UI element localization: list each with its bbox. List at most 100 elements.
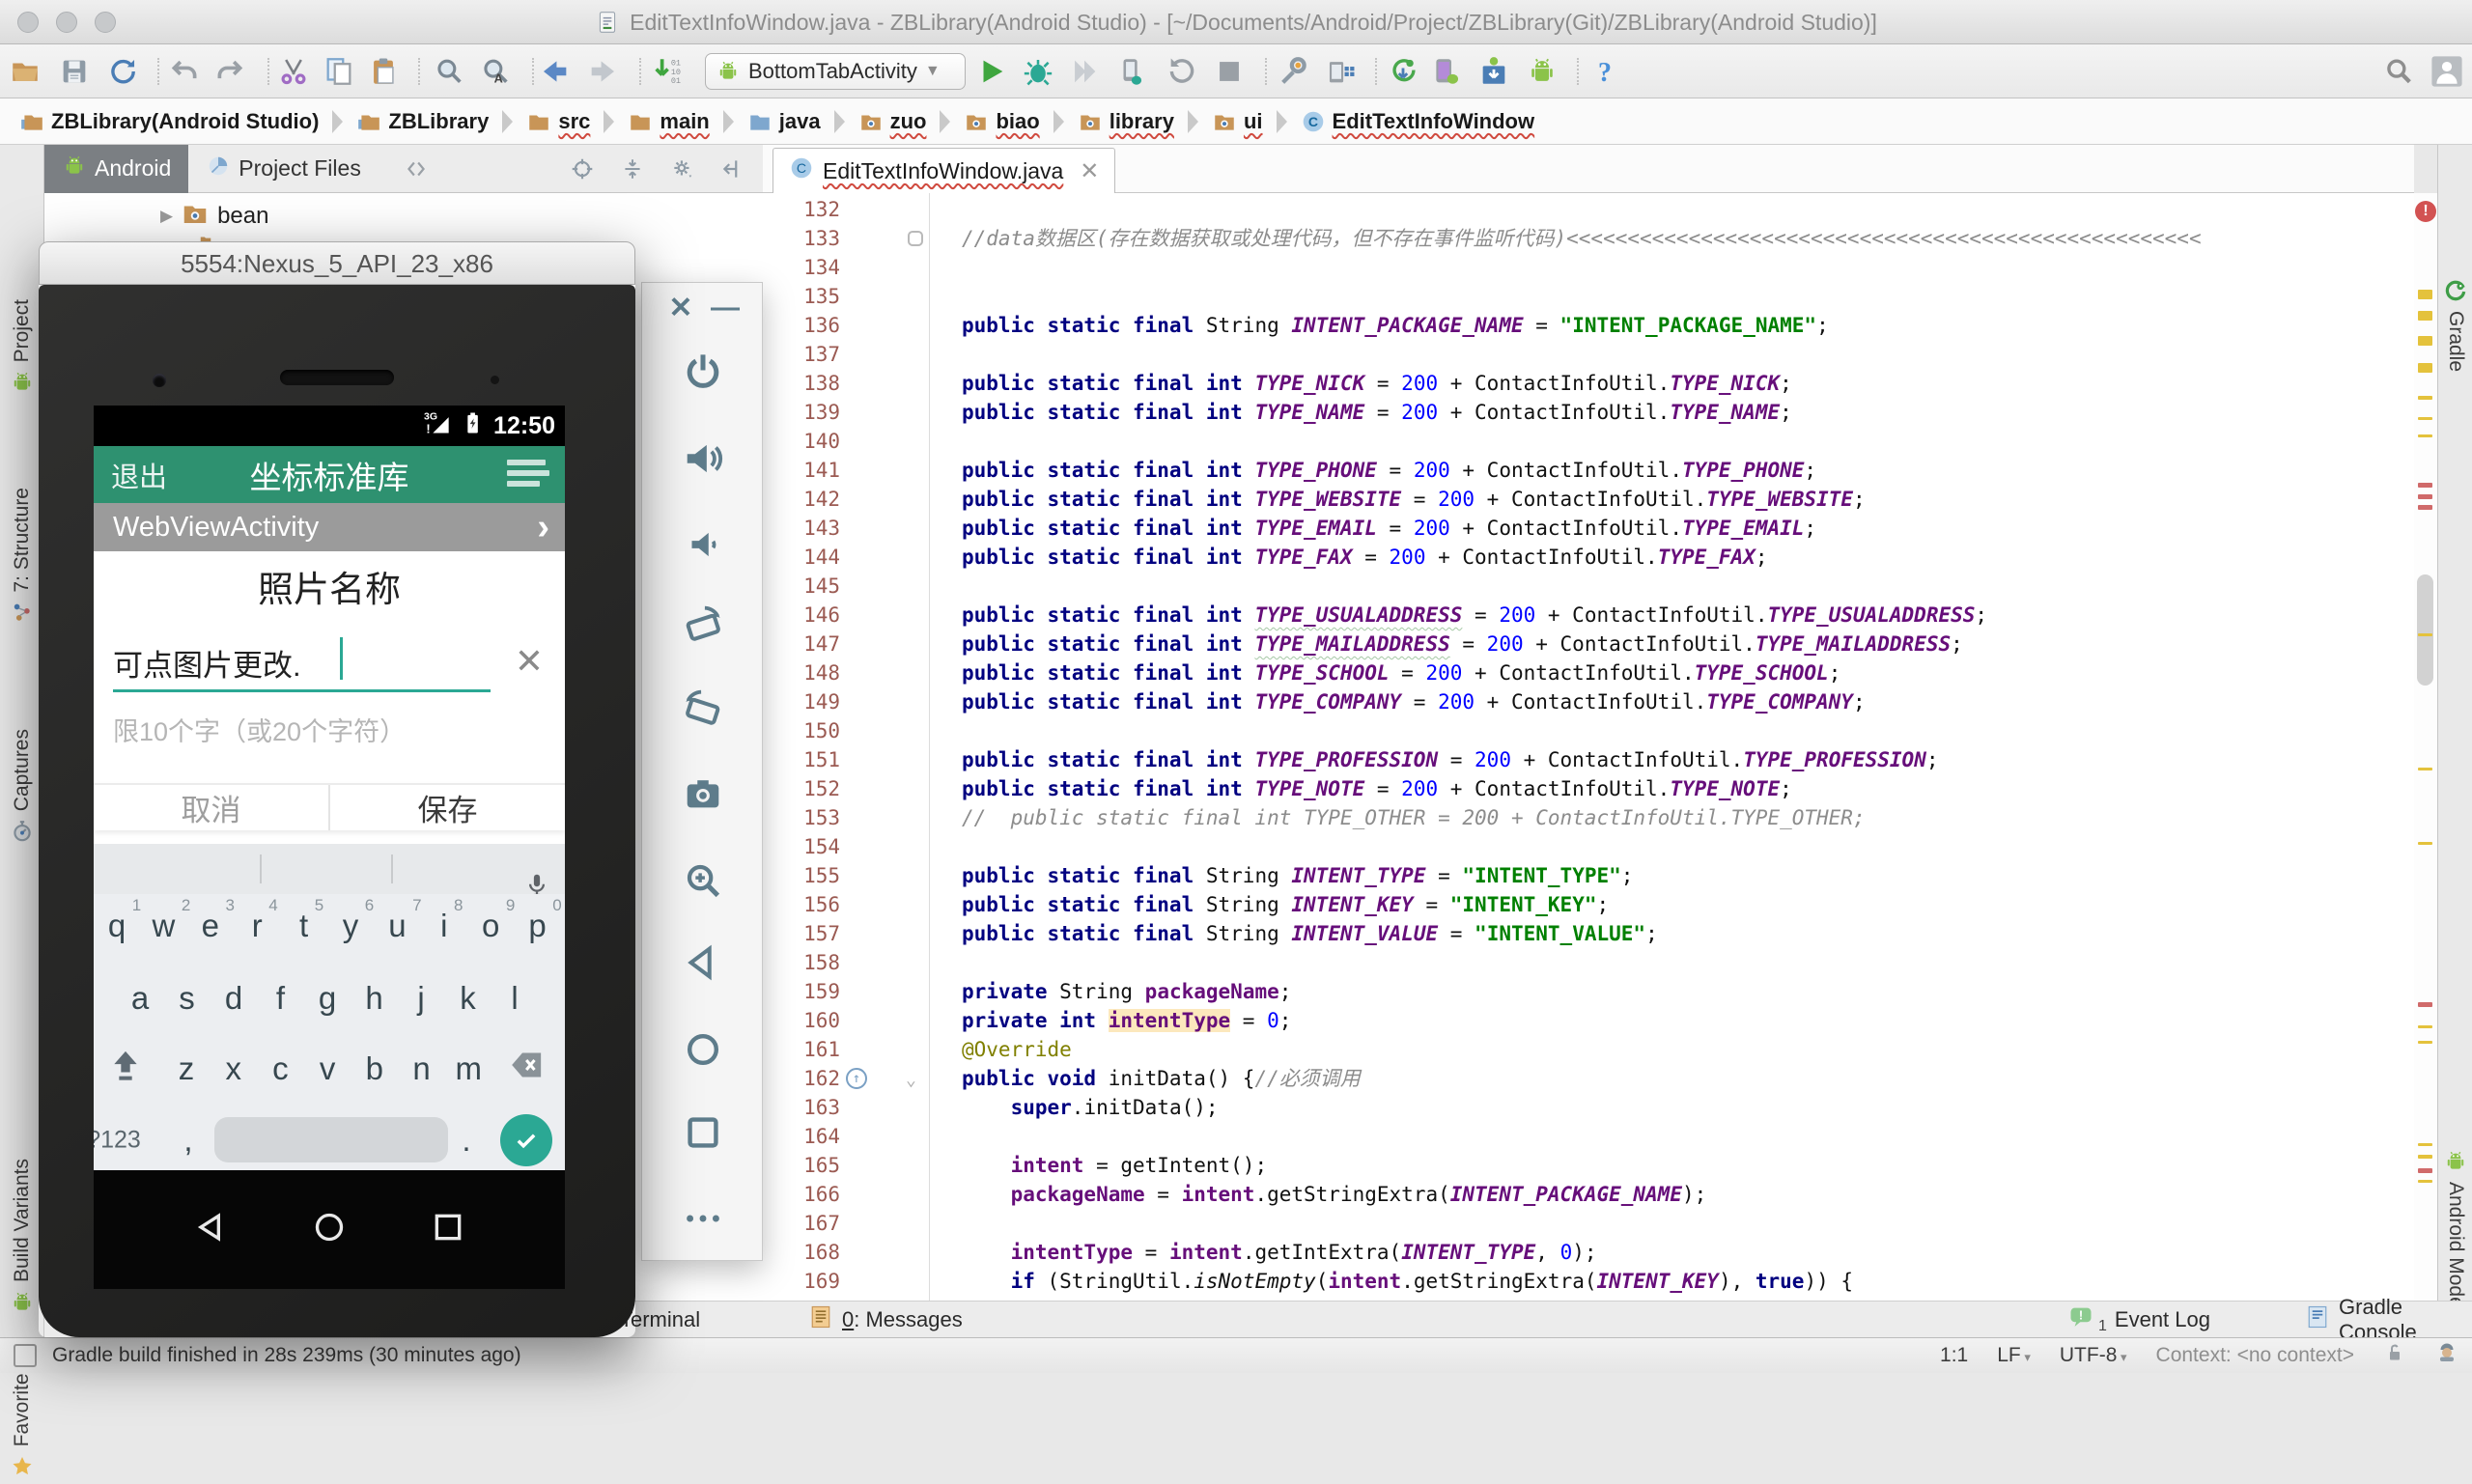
expand-arrow-icon[interactable]: ▶ xyxy=(160,207,173,226)
undo-button[interactable] xyxy=(165,52,204,91)
breadcrumb-item-zblibrary[interactable]: ZBLibrary xyxy=(351,109,494,134)
symbols-key[interactable]: ?123 xyxy=(94,1127,141,1155)
device-monitor-button[interactable] xyxy=(1427,52,1466,91)
breadcrumb-item-zblibrary-android-studio-[interactable]: ZBLibrary(Android Studio) xyxy=(14,109,324,134)
close-tab-icon[interactable]: ✕ xyxy=(1080,157,1099,185)
redo-button[interactable] xyxy=(211,52,249,91)
shift-key[interactable] xyxy=(106,1046,145,1092)
key-f[interactable]: f xyxy=(276,980,285,1017)
nav-back-button[interactable] xyxy=(536,52,575,91)
comma-key[interactable]: , xyxy=(183,1122,192,1159)
gear-icon[interactable] xyxy=(670,156,695,182)
exit-button[interactable]: 退出 xyxy=(111,455,167,495)
spacebar-key[interactable] xyxy=(214,1117,448,1162)
key-b[interactable]: b xyxy=(366,1050,383,1087)
breadcrumb-item-edittextinfowindow[interactable]: C EditTextInfoWindow xyxy=(1295,109,1541,134)
key-w[interactable]: w2 xyxy=(152,908,175,944)
key-z[interactable]: z xyxy=(179,1050,195,1087)
nav-recents-button[interactable] xyxy=(429,1208,467,1251)
key-o[interactable]: o9 xyxy=(482,908,499,944)
period-key[interactable]: . xyxy=(462,1122,470,1159)
save-button[interactable]: 保存 xyxy=(330,785,565,830)
toolwindow-toggle-icon[interactable] xyxy=(14,1344,37,1367)
gradle-console-button[interactable]: Gradle Console xyxy=(2304,1302,2472,1338)
open-button[interactable] xyxy=(6,52,44,91)
sdk-manager-button[interactable] xyxy=(1275,52,1313,91)
gradle-sync-button[interactable] xyxy=(1384,52,1422,91)
copy-button[interactable] xyxy=(320,52,358,91)
cut-button[interactable] xyxy=(274,52,313,91)
emulator-overview-button[interactable] xyxy=(681,1110,725,1155)
clear-input-icon[interactable]: ✕ xyxy=(515,641,544,682)
key-k[interactable]: k xyxy=(460,980,476,1017)
rerun-button[interactable] xyxy=(1163,52,1201,91)
coverage-button[interactable] xyxy=(1065,52,1104,91)
emulator-volume-down-button[interactable] xyxy=(681,522,725,567)
emulator-zoom-button[interactable] xyxy=(681,858,725,903)
errors-indicator-icon[interactable]: ! xyxy=(2415,201,2436,222)
key-u[interactable]: u7 xyxy=(388,908,406,944)
tab-android-view[interactable]: Android xyxy=(44,145,188,193)
key-l[interactable]: l xyxy=(511,980,518,1017)
tool-window-button-gradle[interactable]: Gradle xyxy=(2438,278,2472,372)
sdk-download-button[interactable] xyxy=(1475,52,1513,91)
breadcrumb-item-zuo[interactable]: zuo xyxy=(853,109,933,134)
run-button[interactable] xyxy=(972,52,1011,91)
emulator-rotate-right-button[interactable] xyxy=(681,686,725,730)
key-q[interactable]: q1 xyxy=(108,908,126,944)
key-p[interactable]: p0 xyxy=(528,908,546,944)
help-button[interactable]: ? xyxy=(1586,52,1624,91)
stop-button[interactable] xyxy=(1210,52,1249,91)
done-key[interactable] xyxy=(500,1114,552,1166)
sync-button[interactable] xyxy=(103,52,142,91)
editor-scrollbar-thumb[interactable] xyxy=(2417,574,2433,686)
key-v[interactable]: v xyxy=(320,1050,336,1087)
encoding-selector[interactable]: UTF-8 ▾ xyxy=(2060,1344,2127,1367)
key-h[interactable]: h xyxy=(365,980,382,1017)
emulator-back-button[interactable] xyxy=(681,940,725,985)
emulator-home-button[interactable] xyxy=(681,1027,725,1072)
nav-home-button[interactable] xyxy=(310,1208,349,1251)
fold-marker-icon[interactable] xyxy=(844,224,927,253)
key-t[interactable]: t5 xyxy=(299,908,308,944)
name-input[interactable]: 可点图片更改. xyxy=(113,641,301,685)
hector-inspector-icon[interactable] xyxy=(2435,1341,2458,1370)
breadcrumb-item-biao[interactable]: biao xyxy=(958,109,1045,134)
nav-back-button[interactable] xyxy=(191,1208,230,1251)
swap-panes-icon[interactable] xyxy=(404,156,429,182)
backspace-key[interactable] xyxy=(508,1046,550,1092)
debug-button[interactable] xyxy=(1019,52,1057,91)
replace-button[interactable]: A xyxy=(476,52,515,91)
key-y[interactable]: y6 xyxy=(343,908,359,944)
key-r[interactable]: r4 xyxy=(252,908,263,944)
key-s[interactable]: s xyxy=(179,980,195,1017)
tab-edittextinfowindow[interactable]: C EditTextInfoWindow.java ✕ xyxy=(772,148,1115,193)
key-x[interactable]: x xyxy=(225,1050,241,1087)
breadcrumb-item-ui[interactable]: ui xyxy=(1206,109,1269,134)
tool-window-button-favorites[interactable]: Favorites xyxy=(0,1363,44,1479)
webview-activity-row[interactable]: WebViewActivity › xyxy=(94,503,565,551)
avd-manager-button[interactable] xyxy=(1322,52,1361,91)
tab-project-files[interactable]: Project Files xyxy=(188,145,379,193)
make-button[interactable]: 011001 xyxy=(649,52,688,91)
locate-target-icon[interactable] xyxy=(570,156,595,182)
run-configuration-selector[interactable]: BottomTabActivity▼ xyxy=(705,53,966,90)
breadcrumb-item-java[interactable]: java xyxy=(742,109,827,134)
emulator-close-button[interactable]: ✕ xyxy=(668,292,692,325)
list-menu-icon[interactable] xyxy=(507,460,549,491)
android-button[interactable] xyxy=(1523,52,1561,91)
emulator-power-button[interactable] xyxy=(681,350,725,394)
key-e[interactable]: e3 xyxy=(202,908,219,944)
event-log-button[interactable]: ! 1 Event Log xyxy=(2067,1302,2210,1338)
key-a[interactable]: a xyxy=(131,980,149,1017)
attach-debugger-button[interactable] xyxy=(1112,52,1151,91)
overriding-method-icon[interactable]: ↑⌄ xyxy=(844,1064,927,1093)
emulator-volume-up-button[interactable] xyxy=(681,436,725,481)
search-button[interactable] xyxy=(2379,52,2418,91)
breadcrumb-item-library[interactable]: library xyxy=(1072,109,1180,134)
caret-position[interactable]: 1:1 xyxy=(1940,1344,1968,1367)
key-j[interactable]: j xyxy=(417,980,424,1017)
emulator-rotate-left-button[interactable] xyxy=(681,602,725,646)
emulator-screenshot-button[interactable] xyxy=(681,771,725,816)
breadcrumb-item-src[interactable]: src xyxy=(520,109,596,134)
